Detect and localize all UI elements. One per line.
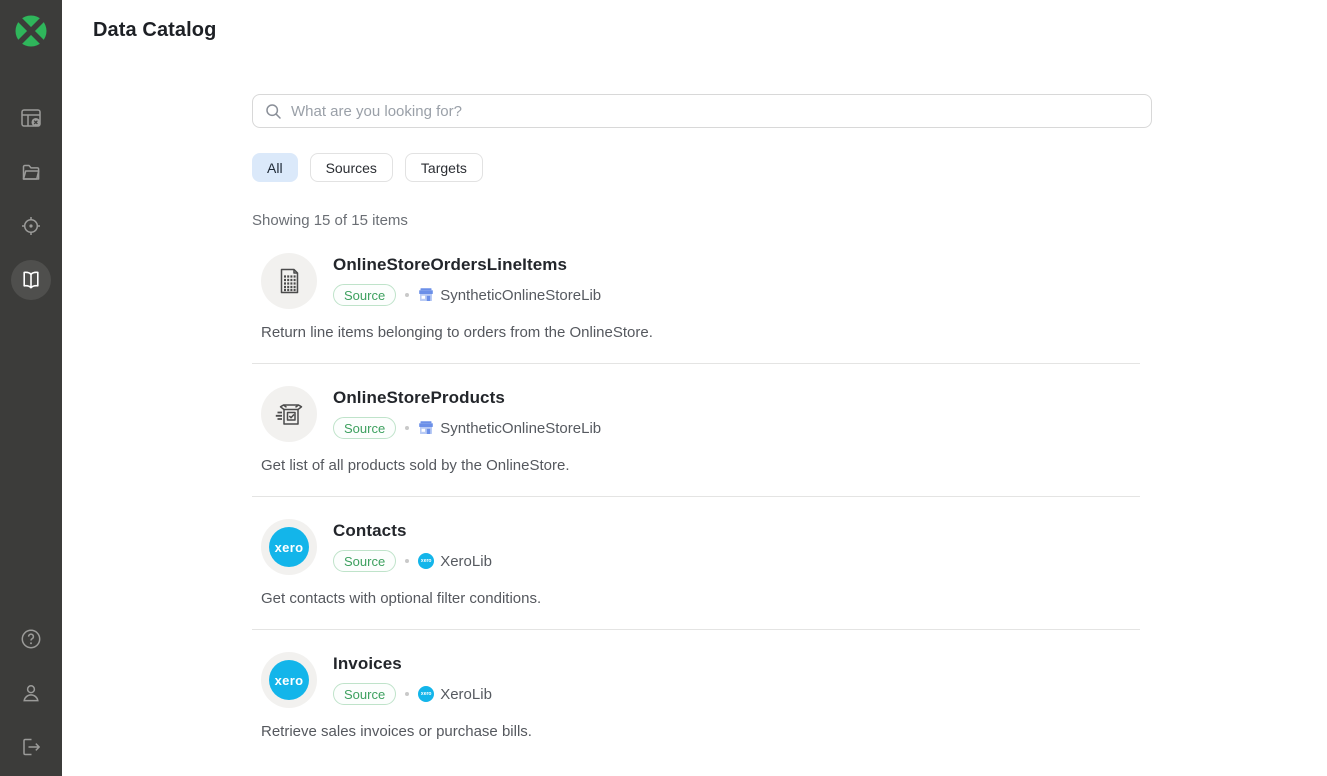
item-description: Retrieve sales invoices or purchase bill… <box>261 722 1140 742</box>
xero-logo-text: xero <box>275 540 304 555</box>
sidebar-item-logout[interactable] <box>11 727 51 767</box>
catalog-list: OnlineStoreOrdersLineItems Source <box>252 231 1140 762</box>
sidebar-item-account[interactable] <box>11 673 51 713</box>
item-title: OnlineStoreOrdersLineItems <box>333 255 601 275</box>
item-description: Get contacts with optional filter condit… <box>261 589 1140 609</box>
filter-all[interactable]: All <box>252 153 298 182</box>
results-summary: Showing 15 of 15 items <box>252 211 1152 231</box>
library-name: XeroLib <box>440 686 492 703</box>
page-title: Data Catalog <box>93 19 1327 42</box>
item-avatar <box>261 386 317 442</box>
user-icon <box>19 681 43 705</box>
item-title: OnlineStoreProducts <box>333 388 601 408</box>
source-badge: Source <box>333 550 396 572</box>
search-icon <box>265 103 282 120</box>
xero-logo-text: xero <box>275 673 304 688</box>
page-header: Data Catalog <box>62 0 1327 42</box>
target-icon <box>19 214 43 238</box>
xero-icon: xero <box>418 686 434 702</box>
source-badge: Source <box>333 417 396 439</box>
sidebar-item-locate[interactable] <box>11 206 51 246</box>
app-logo[interactable] <box>11 11 51 51</box>
dot-separator <box>405 692 409 696</box>
sidebar-item-help[interactable] <box>11 619 51 659</box>
item-title: Contacts <box>333 521 492 541</box>
source-badge: Source <box>333 683 396 705</box>
search-input[interactable] <box>291 103 1139 120</box>
source-badge: Source <box>333 284 396 306</box>
catalog-item-invoices[interactable]: xero Invoices Source xero XeroLib <box>252 630 1140 762</box>
sidebar-bottom <box>11 619 51 776</box>
filter-sources[interactable]: Sources <box>310 153 393 182</box>
item-description: Return line items belonging to orders fr… <box>261 323 1140 343</box>
item-title: Invoices <box>333 654 492 674</box>
item-description: Get list of all products sold by the Onl… <box>261 456 1140 476</box>
sidebar <box>0 0 62 776</box>
sidebar-item-datasets[interactable] <box>11 98 51 138</box>
library-name: SyntheticOnlineStoreLib <box>440 287 601 304</box>
catalog-item-contacts[interactable]: xero Contacts Source xero XeroLib <box>252 497 1140 630</box>
sidebar-item-catalog[interactable] <box>11 260 51 300</box>
document-table-icon <box>273 265 305 297</box>
xero-logo-icon: xero <box>269 660 309 700</box>
book-icon <box>19 268 43 292</box>
catalog-item-online-store-orders-line-items[interactable]: OnlineStoreOrdersLineItems Source <box>252 231 1140 364</box>
sidebar-item-projects[interactable] <box>11 152 51 192</box>
clover-logo-icon <box>12 12 50 50</box>
item-avatar: xero <box>261 652 317 708</box>
help-icon <box>19 627 43 651</box>
xero-mini-text: xero <box>421 691 432 697</box>
item-avatar <box>261 253 317 309</box>
store-icon <box>418 287 434 303</box>
xero-mini-text: xero <box>421 558 432 564</box>
main-content: Data Catalog All Sources Targets Showing… <box>62 0 1327 776</box>
table-remove-icon <box>19 106 43 130</box>
catalog-item-online-store-products[interactable]: OnlineStoreProducts Source <box>252 364 1140 497</box>
filter-bar: All Sources Targets <box>252 153 1152 182</box>
dot-separator <box>405 293 409 297</box>
sidebar-nav <box>11 98 51 300</box>
library-name: SyntheticOnlineStoreLib <box>440 420 601 437</box>
package-check-icon <box>272 397 306 431</box>
item-avatar: xero <box>261 519 317 575</box>
dot-separator <box>405 559 409 563</box>
search-box[interactable] <box>252 94 1152 128</box>
folder-icon <box>19 160 43 184</box>
store-icon <box>418 420 434 436</box>
xero-icon: xero <box>418 553 434 569</box>
library-name: XeroLib <box>440 553 492 570</box>
logout-icon <box>19 735 43 759</box>
xero-logo-icon: xero <box>269 527 309 567</box>
dot-separator <box>405 426 409 430</box>
filter-targets[interactable]: Targets <box>405 153 483 182</box>
